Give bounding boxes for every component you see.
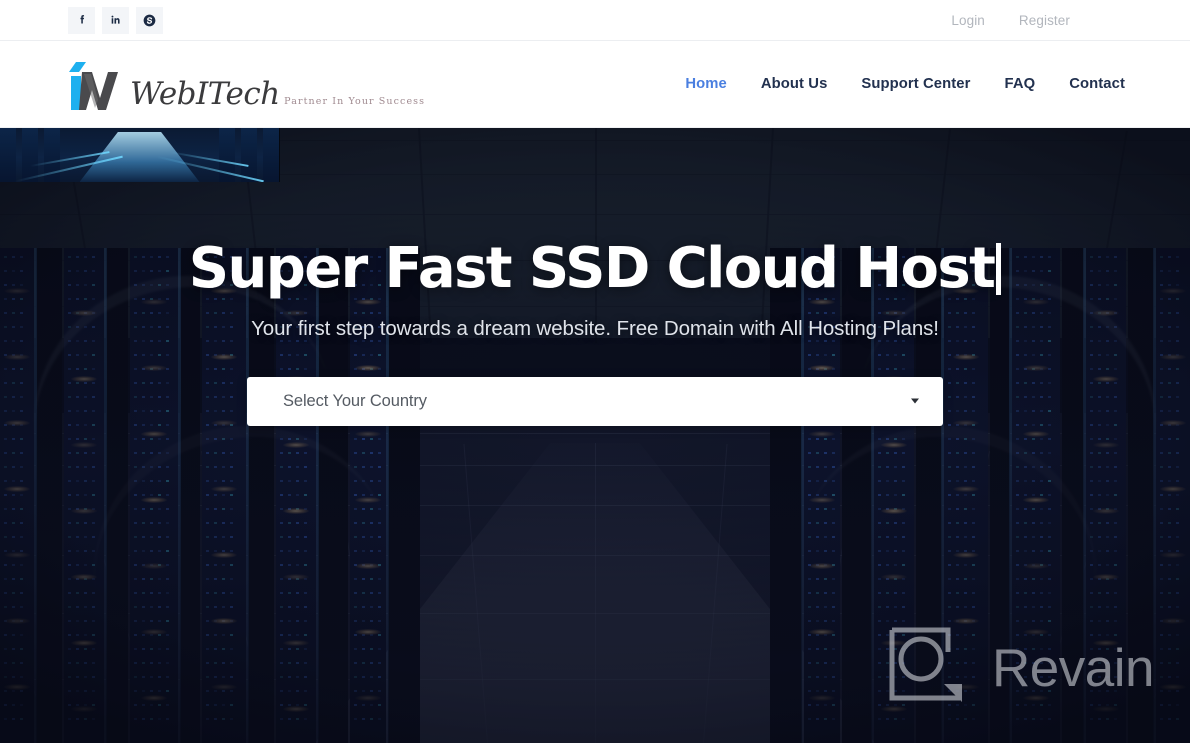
site-header: WebITech Partner In Your Success Home Ab…	[0, 41, 1190, 128]
skype-icon	[142, 13, 157, 28]
revain-logo-icon	[888, 626, 974, 711]
social-links	[68, 6, 163, 34]
nav-item-contact[interactable]: Contact	[1069, 76, 1125, 92]
hero-content: Super Fast SSD Cloud Host Your first ste…	[0, 128, 1190, 426]
linkedin-link[interactable]	[102, 6, 129, 34]
register-link[interactable]: Register	[1019, 13, 1070, 28]
logo-word: WebITech	[130, 76, 280, 112]
nav-item-faq[interactable]: FAQ	[1005, 76, 1036, 92]
hero-title: Super Fast SSD Cloud Host	[0, 239, 1190, 299]
nav-item-home[interactable]: Home	[685, 76, 727, 92]
revain-watermark: Revain	[888, 626, 1154, 711]
logo-tagline: Partner In Your Success	[284, 96, 426, 107]
webitech-logo-icon	[62, 60, 136, 112]
facebook-link[interactable]	[68, 6, 95, 34]
site-logo[interactable]: WebITech Partner In Your Success	[62, 56, 425, 112]
login-link[interactable]: Login	[951, 13, 985, 28]
country-select[interactable]: Select Your Country	[247, 376, 943, 426]
logo-text: WebITech Partner In Your Success	[130, 79, 425, 112]
hero-section: Super Fast SSD Cloud Host Your first ste…	[0, 128, 1190, 743]
account-links: Login Register	[951, 13, 1150, 28]
nav-item-support-center[interactable]: Support Center	[861, 76, 970, 92]
hero-title-text: Super Fast SSD Cloud Host	[188, 236, 996, 301]
revain-watermark-text: Revain	[992, 639, 1154, 698]
typing-cursor	[996, 243, 1002, 295]
skype-link[interactable]	[136, 6, 163, 34]
facebook-icon	[75, 13, 89, 27]
linkedin-icon	[109, 13, 123, 27]
chevron-down-icon	[911, 398, 919, 404]
country-select-label: Select Your Country	[283, 391, 427, 410]
top-bar: Login Register	[0, 0, 1190, 41]
nav-item-about-us[interactable]: About Us	[761, 76, 828, 92]
main-navigation: Home About Us Support Center FAQ Contact	[685, 76, 1160, 92]
hero-subtitle: Your first step towards a dream website.…	[251, 316, 939, 340]
